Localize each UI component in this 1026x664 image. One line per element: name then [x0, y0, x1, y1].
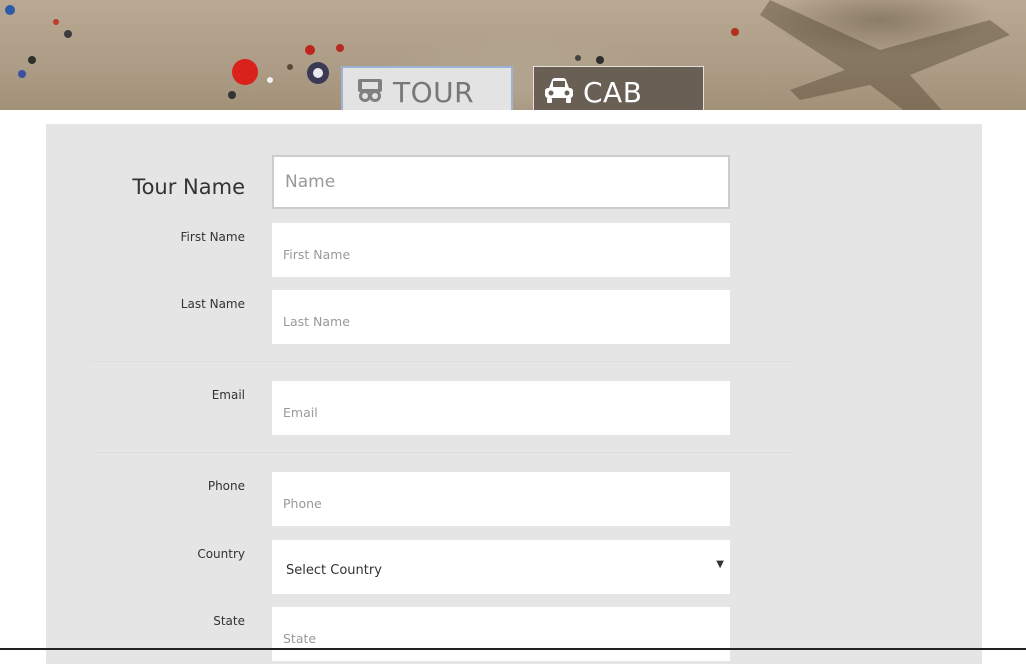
- country-selected-value: Select Country: [286, 563, 382, 578]
- tour-name-input[interactable]: [272, 155, 730, 209]
- state-label: State: [213, 614, 245, 628]
- tab-cab-label: CAB: [583, 75, 643, 109]
- first-name-label: First Name: [180, 230, 245, 244]
- phone-input[interactable]: [272, 472, 730, 526]
- airplane-shadow-image: [760, 0, 1010, 110]
- tab-tour[interactable]: TOUR: [341, 66, 513, 110]
- first-name-input[interactable]: [272, 223, 730, 277]
- email-input[interactable]: [272, 381, 730, 435]
- tour-name-label: Tour Name: [132, 175, 245, 199]
- car-icon: [543, 76, 575, 108]
- state-input[interactable]: [272, 607, 730, 661]
- section-divider: [92, 361, 792, 362]
- last-name-label: Last Name: [180, 297, 245, 311]
- section-divider: [92, 452, 792, 453]
- email-label: Email: [211, 388, 245, 402]
- binoculars-icon: [357, 77, 383, 107]
- country-label: Country: [197, 547, 245, 561]
- tab-tour-label: TOUR: [393, 75, 475, 109]
- chevron-down-icon: ▼: [716, 559, 724, 570]
- phone-label: Phone: [207, 479, 245, 493]
- hero-banner: TOUR CAB: [0, 0, 1026, 110]
- booking-form: Tour Name First Name Last Name Email Pho…: [46, 124, 982, 664]
- last-name-input[interactable]: [272, 290, 730, 344]
- country-select[interactable]: Select Country ▼: [272, 540, 730, 594]
- tab-cab[interactable]: CAB: [533, 66, 704, 110]
